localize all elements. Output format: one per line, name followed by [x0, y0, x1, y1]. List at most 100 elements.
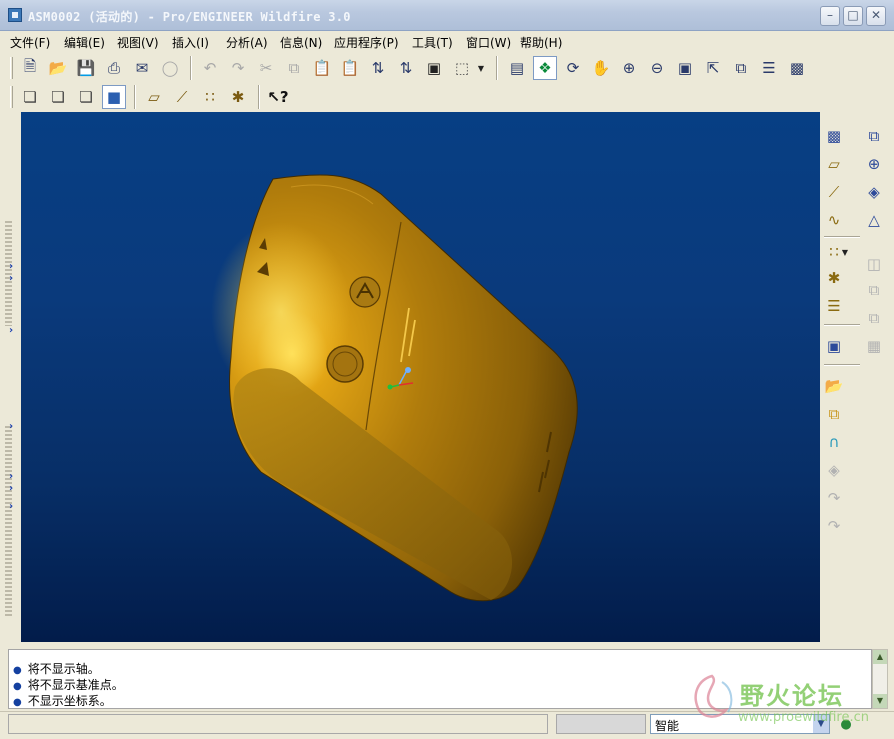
menu-tools[interactable]: 工具(T)	[412, 34, 453, 51]
status-field	[556, 714, 646, 734]
paste-special-icon[interactable]: 📋	[338, 56, 362, 80]
datum-axes-icon[interactable]: ⟋	[170, 85, 194, 109]
datum-curve-tool-icon[interactable]: ⟋	[822, 180, 846, 204]
revolve-icon[interactable]: ⊕	[862, 152, 886, 176]
layers-icon[interactable]: ☰	[757, 56, 781, 80]
expand-arrow-icon[interactable]: ›	[9, 471, 13, 482]
draft-icon[interactable]: ↷	[822, 514, 846, 538]
refit-icon[interactable]: ▣	[673, 56, 697, 80]
new-file-icon[interactable]: 🗎	[18, 56, 42, 80]
pattern-icon[interactable]: ⧉	[822, 402, 846, 426]
datum-plane-tool-icon[interactable]: ▩	[822, 124, 846, 148]
bullet-icon: ●	[13, 681, 22, 692]
component-assemble-icon[interactable]: 📂	[822, 374, 846, 398]
scroll-up-icon[interactable]: ▲	[873, 650, 887, 664]
status-field	[8, 714, 548, 734]
minimize-button[interactable]: –	[820, 6, 840, 26]
mirror-icon[interactable]: ◫	[862, 252, 886, 276]
bullet-icon: ●	[13, 697, 22, 708]
view-manager-icon[interactable]: ▩	[785, 56, 809, 80]
expand-arrow-icon[interactable]: ›	[9, 483, 13, 494]
expand-arrow-icon[interactable]: ›	[9, 261, 13, 272]
component-create-icon[interactable]: ▣	[822, 334, 846, 358]
shading-icon[interactable]: ■	[102, 85, 126, 109]
table-icon[interactable]: ▦	[862, 334, 886, 358]
sketch-tool-icon[interactable]: ☰	[822, 294, 846, 318]
maximize-button[interactable]: □	[843, 6, 863, 26]
expand-arrow-icon[interactable]: ›	[9, 421, 13, 432]
menu-insert[interactable]: 插入(I)	[172, 34, 209, 51]
message-line: ● 将不显示轴。	[13, 662, 100, 676]
expand-arrow-icon[interactable]: ›	[9, 325, 13, 336]
saved-views-icon[interactable]: ⧉	[729, 56, 753, 80]
regenerate-icon[interactable]: ⇅	[366, 56, 390, 80]
scroll-down-icon[interactable]: ▼	[873, 694, 887, 708]
menu-analysis[interactable]: 分析(A)	[226, 34, 268, 51]
open-folder-icon[interactable]: 📂	[46, 56, 70, 80]
wireframe-icon[interactable]: ❏	[18, 85, 42, 109]
phone-model[interactable]	[211, 174, 578, 602]
datum-point-tool-icon[interactable]: ∿	[822, 208, 846, 232]
blend-icon[interactable]: △	[862, 208, 886, 232]
toolbar-separator	[824, 324, 860, 326]
save-icon[interactable]: 💾	[74, 56, 98, 80]
graphics-viewport[interactable]	[21, 112, 820, 642]
chevron-down-icon[interactable]: ▼	[813, 715, 829, 733]
print-icon[interactable]: ⎙	[102, 56, 126, 80]
message-scrollbar[interactable]: ▲ ▼	[872, 649, 888, 709]
regen-manager-icon[interactable]: ⇅	[394, 56, 418, 80]
selection-filter-select[interactable]: 智能 ▼	[650, 714, 830, 734]
menu-applications[interactable]: 应用程序(P)	[334, 34, 399, 51]
feature-toolbar: ▩ ⧉ ▱ ⊕ ⟋ ◈ ∿ △ ∷ ▼ ◫ ✱ ⧉ ☰ ⧉ ▣ ▦ 📂 ⧉ ∩ …	[820, 112, 894, 642]
toolbar-grip[interactable]	[10, 86, 13, 108]
send-mail-icon[interactable]: ✉	[130, 56, 154, 80]
find-icon[interactable]: ▣	[422, 56, 446, 80]
zoom-out-icon[interactable]: ⊖	[645, 56, 669, 80]
model-canvas[interactable]	[21, 112, 820, 642]
cut-icon[interactable]: ✂	[254, 56, 278, 80]
paste-icon[interactable]: 📋	[310, 56, 334, 80]
left-dock-strip: › › › › › › ›	[0, 111, 20, 651]
redo-icon[interactable]: ↷	[226, 56, 250, 80]
menu-edit[interactable]: 编辑(E)	[64, 34, 105, 51]
menu-window[interactable]: 窗口(W)	[466, 34, 511, 51]
close-window-icon[interactable]: ◯	[158, 56, 182, 80]
merge-icon[interactable]: ⧉	[862, 278, 886, 302]
extrude-icon[interactable]: ⧉	[862, 124, 886, 148]
trim-icon[interactable]: ⧉	[862, 306, 886, 330]
menu-view[interactable]: 视图(V)	[117, 34, 159, 51]
analysis-feature-icon[interactable]: ✱	[822, 266, 846, 290]
datum-axis-tool-icon[interactable]: ▱	[822, 152, 846, 176]
reorient-icon[interactable]: ⇱	[701, 56, 725, 80]
context-help-icon[interactable]: ↖?	[266, 85, 290, 109]
point-dropdown-icon[interactable]: ▼	[838, 240, 852, 264]
expand-arrow-icon[interactable]: ›	[9, 501, 13, 512]
menu-info[interactable]: 信息(N)	[280, 34, 322, 51]
round-icon[interactable]: ∩	[822, 430, 846, 454]
menu-file[interactable]: 文件(F)	[10, 34, 50, 51]
selection-dropdown-icon[interactable]: ▼	[474, 56, 488, 80]
hidden-line-icon[interactable]: ❏	[46, 85, 70, 109]
close-button[interactable]: ✕	[866, 6, 886, 26]
datum-points-icon[interactable]: ∷	[198, 85, 222, 109]
spin-center-icon[interactable]: ❖	[533, 56, 557, 80]
selection-box-icon[interactable]: ⬚	[450, 56, 474, 80]
orient-mode-icon[interactable]: ⟳	[561, 56, 585, 80]
toolbar-separator	[258, 85, 260, 109]
datum-planes-icon[interactable]: ▱	[142, 85, 166, 109]
copy-icon[interactable]: ⧉	[282, 56, 306, 80]
dock-rail[interactable]	[5, 426, 12, 616]
coordinate-systems-icon[interactable]: ✱	[226, 85, 250, 109]
pan-icon[interactable]: ✋	[589, 56, 613, 80]
undo-icon[interactable]: ↶	[198, 56, 222, 80]
toolbar-grip[interactable]	[10, 57, 13, 79]
expand-arrow-icon[interactable]: ›	[9, 273, 13, 284]
toolbar-separator	[496, 56, 498, 80]
zoom-in-icon[interactable]: ⊕	[617, 56, 641, 80]
shell-icon[interactable]: ↷	[822, 486, 846, 510]
menu-help[interactable]: 帮助(H)	[520, 34, 562, 51]
no-hidden-icon[interactable]: ❏	[74, 85, 98, 109]
repaint-icon[interactable]: ▤	[505, 56, 529, 80]
sweep-icon[interactable]: ◈	[862, 180, 886, 204]
chamfer-icon[interactable]: ◈	[822, 458, 846, 482]
